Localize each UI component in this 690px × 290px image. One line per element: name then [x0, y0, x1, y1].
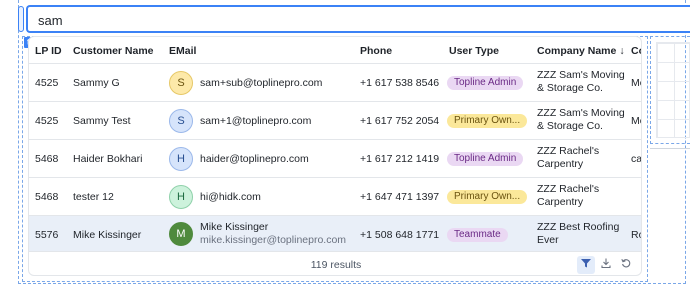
results-count: 119 results: [310, 259, 362, 271]
cell-lp-id: 5468: [35, 191, 59, 203]
header-company-name-label: Company Name: [537, 45, 617, 57]
search-box[interactable]: [26, 5, 690, 33]
cell-phone: +1 617 212 1419: [360, 153, 440, 165]
cell-customer-name: Mike Kissinger: [73, 229, 142, 241]
side-panel-divider: [650, 148, 690, 149]
cell-customer-name: Sammy Test: [73, 115, 131, 127]
header-lp-id[interactable]: LP ID: [35, 45, 62, 57]
avatar: H: [169, 185, 193, 209]
cell-email-name: Mike Kissinger: [200, 221, 269, 233]
table-header: LP ID Customer Name EMail Phone User Typ…: [29, 37, 641, 64]
cell-email-address: mike.kissinger@toplinepro.com: [200, 234, 347, 246]
cell-email: sam+sub@toplinepro.com: [200, 77, 323, 89]
cell-co: Mo: [631, 77, 641, 89]
cell-email: Mike Kissinger mike.kissinger@toplinepro…: [200, 221, 346, 247]
cell-lp-id: 5468: [35, 153, 59, 165]
cell-lp-id: 4525: [35, 115, 59, 127]
table-row[interactable]: 4525 Sammy Test S sam+1@toplinepro.com +…: [29, 102, 641, 140]
header-company-name[interactable]: Company Name ↓: [537, 45, 625, 57]
side-panel-grid: [656, 42, 690, 138]
cell-phone: +1 647 471 1397: [360, 191, 440, 203]
table-row-selected[interactable]: 5576 Mike Kissinger M Mike Kissinger mik…: [29, 216, 641, 252]
cell-customer-name: Sammy G: [73, 77, 120, 89]
filter-icon[interactable]: [577, 256, 595, 274]
cell-lp-id: 5576: [35, 229, 59, 241]
cell-company-name: ZZZ Rachel's Carpentry: [537, 145, 600, 170]
header-email[interactable]: EMail: [169, 45, 196, 57]
reset-icon[interactable]: [617, 256, 635, 274]
user-type-badge: Topline Admin: [447, 76, 524, 90]
cell-email: sam+1@toplinepro.com: [200, 115, 312, 127]
cell-company-name: ZZZ Best Roofing Ever: [537, 221, 620, 246]
sort-desc-icon: ↓: [619, 45, 625, 57]
download-icon[interactable]: [597, 256, 615, 274]
header-customer-name[interactable]: Customer Name: [73, 45, 154, 57]
results-table: LP ID Customer Name EMail Phone User Typ…: [28, 36, 642, 276]
cell-phone: +1 617 538 8546: [360, 77, 440, 89]
cell-co: car: [631, 153, 642, 165]
cell-customer-name: Haider Bokhari: [73, 153, 143, 165]
cell-company-name: ZZZ Rachel's Carpentry: [537, 183, 600, 208]
cell-lp-id: 4525: [35, 77, 59, 89]
header-phone[interactable]: Phone: [360, 45, 392, 57]
cell-phone: +1 508 648 1771: [360, 229, 440, 241]
header-user-type[interactable]: User Type: [449, 45, 499, 57]
table-row[interactable]: 5468 Haider Bokhari H haider@toplinepro.…: [29, 140, 642, 178]
header-co[interactable]: Co: [631, 45, 641, 57]
drag-handle[interactable]: [18, 6, 24, 32]
cell-customer-name: tester 12: [73, 191, 114, 203]
user-type-badge: Topline Admin: [447, 152, 524, 166]
avatar: M: [169, 222, 193, 246]
user-type-badge: Primary Own...: [447, 114, 528, 128]
search-input[interactable]: [38, 10, 538, 30]
cell-email: haider@toplinepro.com: [200, 153, 309, 165]
cell-company-name: ZZZ Sam's Moving & Storage Co.: [537, 107, 625, 132]
avatar: H: [169, 147, 193, 171]
table-footer: 119 results: [29, 251, 641, 275]
avatar: S: [169, 109, 193, 133]
cell-phone: +1 617 752 2054: [360, 115, 440, 127]
user-type-badge: Teammate: [447, 228, 508, 242]
avatar: S: [169, 71, 193, 95]
cell-email: hi@hidk.com: [200, 191, 261, 203]
table-row[interactable]: 4525 Sammy G S sam+sub@toplinepro.com +1…: [29, 64, 641, 102]
user-type-badge: Primary Own...: [447, 190, 528, 204]
cell-co: Mo: [631, 115, 641, 127]
table-row[interactable]: 5468 tester 12 H hi@hidk.com +1 647 471 …: [29, 178, 641, 216]
cell-co: Ro: [631, 229, 641, 241]
cell-company-name: ZZZ Sam's Moving & Storage Co.: [537, 69, 625, 94]
